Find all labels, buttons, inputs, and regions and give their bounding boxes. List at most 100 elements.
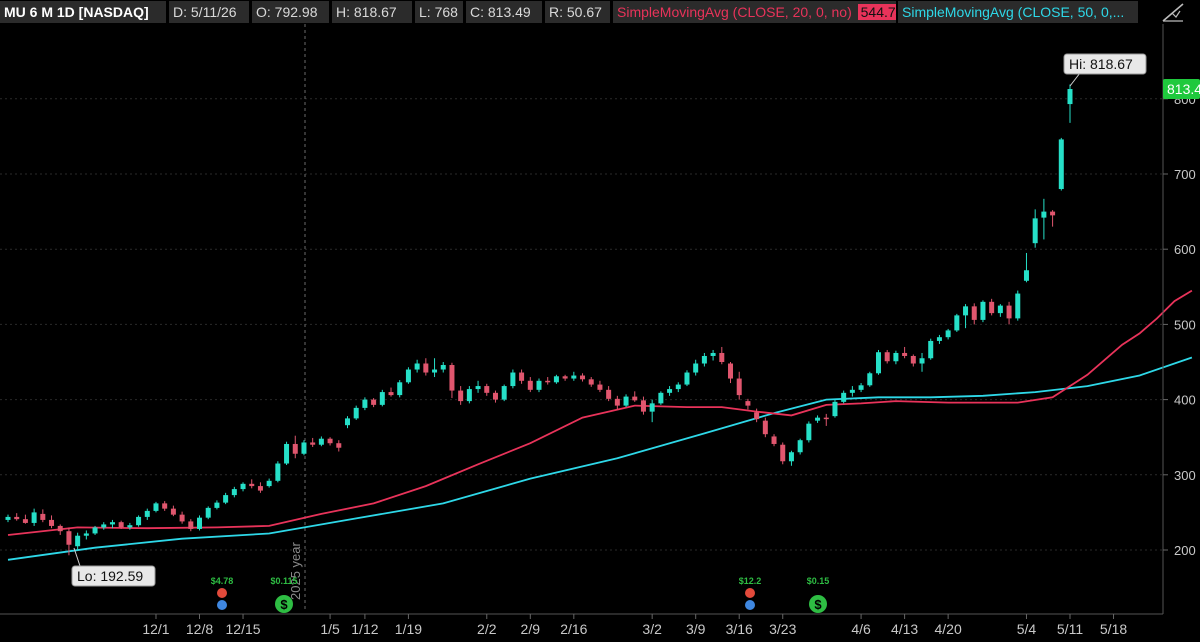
candle-body [658,392,664,404]
candle [484,383,490,396]
price-chart[interactable]: 2025 year 200300400500600700800 12/1 12/8… [0,0,1200,642]
candle-body [693,363,699,373]
candle-body [675,384,681,390]
candle-body [1058,139,1064,190]
candle-body [144,510,150,517]
candle-body [754,412,760,420]
candle-body [1006,305,1012,319]
earnings-event-marker[interactable]: $12.2 [739,576,762,610]
candle-body [153,503,159,511]
candle-body [1023,270,1029,281]
candle [136,515,142,527]
y-tick-label: 400 [1174,393,1196,408]
candle [701,352,707,367]
x-tick-label: 12/15 [226,621,261,637]
x-tick-label: 12/8 [186,621,213,637]
x-tick-label: 2/9 [521,621,541,637]
candle-body [83,533,89,536]
last-price-tag: 813.4 [1163,79,1200,100]
candle-body [614,398,620,406]
candle-body [353,407,359,419]
candle-body [40,513,46,520]
candle [388,387,394,397]
candle [945,328,951,340]
earnings-event-marker[interactable]: $4.78 [211,576,234,610]
candle [353,405,359,420]
candle-body [980,301,986,320]
candle [928,338,934,360]
candle-body [449,365,455,391]
candle-body [858,385,864,390]
candle [623,394,629,408]
candle [257,482,263,493]
candle-body [136,516,142,526]
sma20-study-label[interactable]: SimpleMovingAvg (CLOSE, 20, 0, no) 544.7… [613,1,896,23]
candle [771,434,777,447]
candle [545,377,551,385]
candle [989,298,995,316]
candle-body [414,363,420,370]
candle-body [997,305,1003,314]
candle-body [301,442,307,454]
y-tick-label: 600 [1174,242,1196,257]
candle-body [214,502,220,508]
candle-body [292,443,298,454]
candle [893,350,899,365]
candle-body [275,463,281,481]
chart-header: MU 6 M 1D [NASDAQ] D: 5/11/26 O: 792.98 … [0,0,1200,24]
candle-body [170,508,176,515]
x-tick-label: 1/19 [395,621,422,637]
candle [1067,84,1073,123]
candle [580,373,586,382]
candle-body [710,352,716,356]
candle [405,367,411,384]
candle [466,386,472,404]
candle [780,442,786,465]
earnings-icon [745,588,755,598]
low-label: L: 768 [415,1,463,23]
candle-body [1050,211,1056,216]
candle [571,371,577,381]
candle-body [623,396,629,406]
x-tick-label: 5/18 [1100,621,1127,637]
candle [849,386,855,397]
candle-body [1032,218,1038,244]
candle [153,501,159,513]
candle-body [432,369,438,373]
series-line [7,289,1193,536]
candle-body [910,355,916,364]
candle [675,382,681,393]
candle-body [571,375,577,379]
candle-body [14,516,20,520]
candle [31,508,37,526]
candle-body [510,372,516,387]
candle [49,515,55,529]
candle-body [397,382,403,396]
candle [214,500,220,510]
sma20-study-value: 544.74 [857,4,896,20]
candle [919,352,925,372]
candle-body [893,352,899,362]
symbol-label[interactable]: MU 6 M 1D [NASDAQ] [0,1,166,23]
candle [179,511,185,524]
candle-body [22,519,28,523]
candle [397,380,403,398]
candle-body [597,384,603,390]
dividend-event-marker[interactable]: $0.15 $ [807,576,830,613]
candle-body [867,373,873,386]
candle [745,398,751,410]
candle-body [545,380,551,383]
sma20-study-name: SimpleMovingAvg (CLOSE, 20, 0, no) [617,4,852,20]
candle [231,486,237,498]
candle [449,362,455,399]
x-tick-label: 4/20 [935,621,962,637]
y-axis-ticks: 200300400500600700800 [1163,92,1196,558]
drawing-tool-icon[interactable] [1160,1,1186,23]
candle [432,358,438,378]
sma50-study-label[interactable]: SimpleMovingAvg (CLOSE, 50, 0,... [898,1,1138,23]
candle-body [945,330,951,338]
earnings-icon [217,588,227,598]
candle [875,349,881,375]
candle-body [632,396,638,401]
candle-body [684,372,690,385]
